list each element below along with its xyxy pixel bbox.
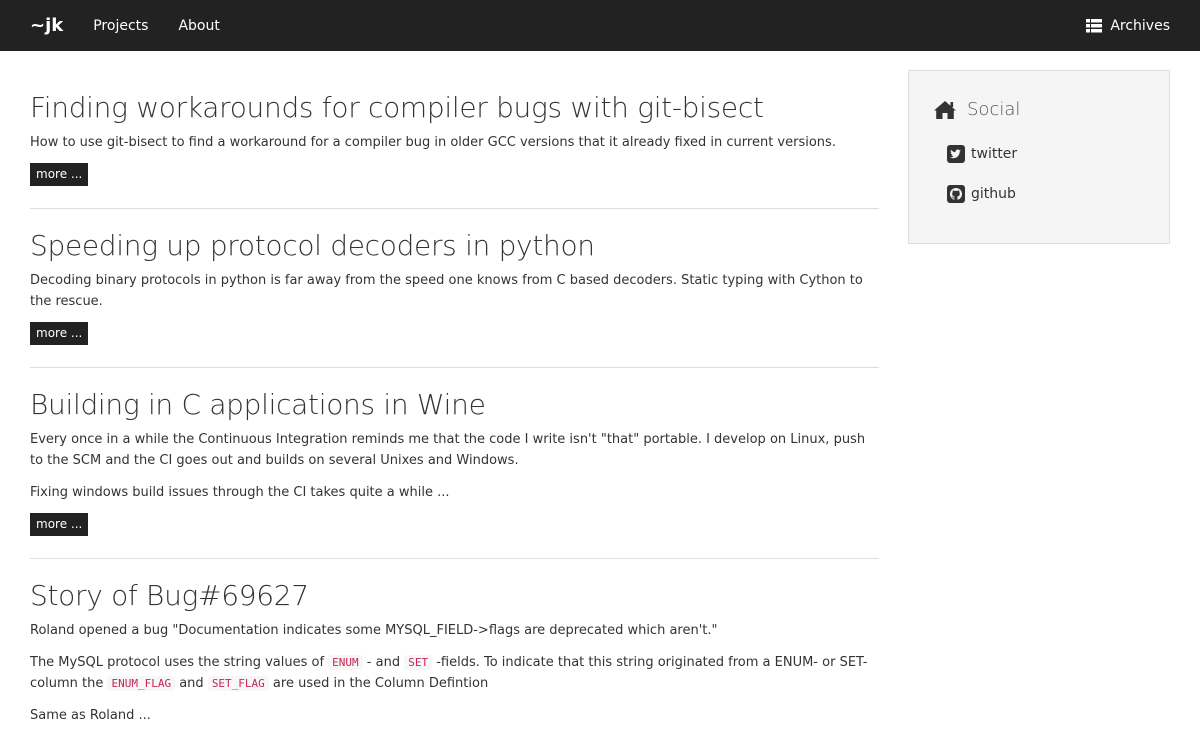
github-link[interactable]: github: [947, 185, 1016, 203]
post-item: Story of Bug#69627 Roland opened a bug "…: [30, 559, 879, 726]
sidebar-heading-label: Social: [967, 99, 1021, 120]
post-title[interactable]: Story of Bug#69627: [30, 579, 879, 613]
twitter-label: twitter: [971, 146, 1018, 162]
sidebar-social: Social twitter github: [908, 70, 1170, 244]
post-excerpt: The MySQL protocol uses the string value…: [30, 652, 879, 694]
post-list: Finding workarounds for compiler bugs wi…: [30, 51, 879, 726]
post-excerpt: Same as Roland ...: [30, 708, 151, 723]
post-title[interactable]: Finding workarounds for compiler bugs wi…: [30, 91, 879, 125]
list-icon: [1086, 18, 1103, 32]
nav-link-projects[interactable]: Projects: [93, 18, 148, 34]
archives-link[interactable]: Archives: [1086, 0, 1170, 51]
post-item: Finding workarounds for compiler bugs wi…: [30, 51, 879, 209]
archives-label: Archives: [1110, 17, 1170, 34]
home-icon: [934, 100, 956, 119]
nav-link-about[interactable]: About: [178, 18, 219, 34]
post-item: Speeding up protocol decoders in python …: [30, 209, 879, 368]
twitter-icon: [947, 145, 965, 163]
post-item: Building in C applications in Wine Every…: [30, 368, 879, 559]
code-enum: ENUM: [328, 655, 363, 670]
top-navbar: ~jk Projects About Archives: [0, 0, 1200, 51]
text-fragment: - and: [362, 655, 405, 670]
text-fragment: and: [175, 676, 208, 691]
post-excerpt: Roland opened a bug "Documentation indic…: [30, 623, 718, 638]
github-label: github: [971, 186, 1016, 202]
more-button[interactable]: more ...: [30, 322, 89, 345]
code-set: SET: [404, 655, 433, 670]
post-title[interactable]: Speeding up protocol decoders in python: [30, 229, 879, 263]
more-button[interactable]: more ...: [30, 163, 89, 186]
sidebar-heading: Social: [933, 99, 1020, 120]
github-icon: [947, 185, 965, 203]
twitter-link[interactable]: twitter: [947, 145, 1017, 163]
text-fragment: The MySQL protocol uses the string value…: [30, 655, 329, 670]
text-fragment: are used in the Column Defintion: [268, 676, 489, 691]
code-enum-flag: ENUM_FLAG: [107, 676, 176, 691]
code-set-flag: SET_FLAG: [207, 676, 269, 691]
more-button[interactable]: more ...: [30, 513, 89, 536]
post-title[interactable]: Building in C applications in Wine: [30, 388, 879, 422]
post-excerpt: Decoding binary protocols in python is f…: [30, 273, 863, 309]
post-excerpt: Every once in a while the Continuous Int…: [30, 432, 866, 468]
post-excerpt: How to use git-bisect to find a workarou…: [30, 135, 836, 150]
post-excerpt: Fixing windows build issues through the …: [30, 485, 450, 500]
brand-link[interactable]: ~jk: [30, 15, 63, 36]
